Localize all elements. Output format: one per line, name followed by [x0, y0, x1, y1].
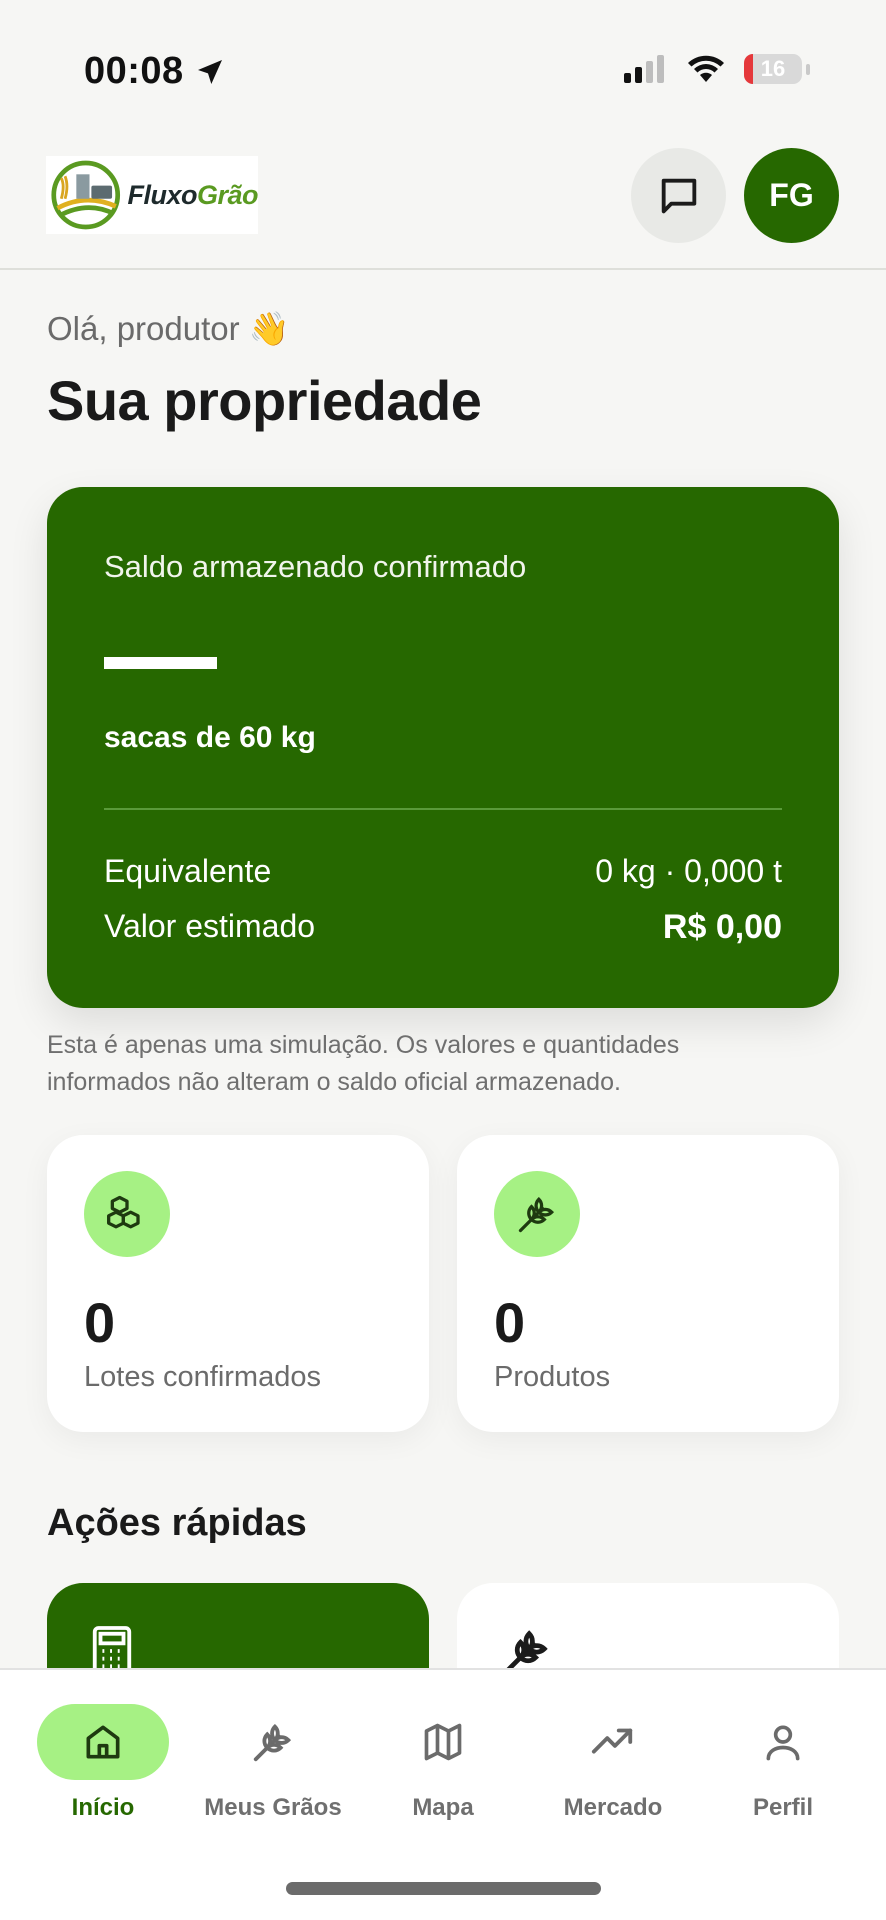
- wheat-icon: [253, 1723, 292, 1762]
- battery-cap: [806, 63, 810, 75]
- nav-item-inicio[interactable]: Início: [18, 1704, 188, 1822]
- wheat-icon: [494, 1171, 580, 1257]
- confirmed-lots-value: 0: [84, 1291, 116, 1354]
- nav-item-perfil[interactable]: Perfil: [698, 1704, 868, 1822]
- user-avatar-button[interactable]: FG: [744, 148, 839, 243]
- products-label: Produtos: [494, 1361, 611, 1393]
- status-time: 00:08: [84, 50, 226, 93]
- equivalent-label: Equivalente: [104, 853, 272, 889]
- balance-divider: [104, 808, 782, 810]
- confirmed-lots-card[interactable]: 0 Lotes confirmados: [47, 1135, 429, 1432]
- app-header: FluxoGrão FG: [0, 140, 886, 270]
- products-card[interactable]: 0 Produtos: [457, 1135, 839, 1432]
- logo-text: FluxoGrão: [127, 179, 258, 210]
- home-icon: [86, 1725, 120, 1759]
- stored-balance-card: Saldo armazenado confirmado sacas de 60 …: [47, 487, 839, 1008]
- location-arrow-icon: [197, 59, 222, 84]
- cellular-signal-icon: [624, 55, 664, 83]
- nav-pill-meus-graos: [207, 1704, 339, 1780]
- greeting-text: Olá, produtor 👋: [47, 310, 290, 347]
- status-bar: 00:08 16: [0, 0, 886, 140]
- simulation-disclaimer: Esta é apenas uma simulação. Os valores …: [47, 1031, 680, 1096]
- nav-item-mapa[interactable]: Mapa: [358, 1704, 528, 1822]
- estimated-value-label: Valor estimado: [104, 908, 316, 944]
- nav-pill-inicio: [37, 1704, 169, 1780]
- battery-indicator: 16: [744, 54, 802, 84]
- balance-label: Saldo armazenado confirmado: [104, 549, 527, 584]
- boxes-icon: [84, 1171, 170, 1257]
- balance-placeholder-dash: [104, 657, 217, 669]
- messages-button[interactable]: [631, 148, 726, 243]
- estimated-value-row: Valor estimado R$ 0,00: [104, 908, 782, 947]
- equivalent-row: Equivalente 0 kg · 0,000 t: [104, 853, 782, 890]
- nav-pill-perfil: [717, 1704, 849, 1780]
- battery-level: 16: [760, 56, 786, 81]
- map-icon: [424, 1723, 462, 1761]
- products-value: 0: [494, 1291, 526, 1354]
- nav-item-meus-graos[interactable]: Meus Grãos: [188, 1704, 358, 1822]
- trending-up-icon: [591, 1728, 633, 1754]
- nav-label-mapa: Mapa: [412, 1794, 474, 1821]
- nav-pill-mapa: [377, 1704, 509, 1780]
- equivalent-value: 0 kg · 0,000 t: [595, 853, 782, 889]
- nav-label-inicio: Início: [71, 1794, 135, 1821]
- quick-actions-title: Ações rápidas: [47, 1502, 307, 1544]
- app-logo[interactable]: FluxoGrão: [46, 156, 259, 234]
- user-icon: [766, 1725, 800, 1761]
- nav-item-mercado[interactable]: Mercado: [528, 1704, 698, 1822]
- wifi-icon: [688, 55, 724, 82]
- home-indicator[interactable]: [286, 1882, 601, 1895]
- logo-emblem-icon: [51, 160, 121, 230]
- status-time-text: 00:08: [84, 50, 184, 92]
- nav-label-mercado: Mercado: [563, 1794, 663, 1821]
- nav-pill-mercado: [547, 1704, 679, 1780]
- nav-label-meus-graos: Meus Grãos: [204, 1794, 342, 1821]
- page-title: Sua propriedade: [47, 369, 482, 432]
- confirmed-lots-label: Lotes confirmados: [84, 1361, 321, 1393]
- balance-unit: sacas de 60 kg: [104, 721, 316, 754]
- message-square-icon: [661, 178, 696, 213]
- status-icons: 16: [624, 54, 810, 84]
- estimated-value-amount: R$ 0,00: [662, 908, 782, 946]
- nav-label-perfil: Perfil: [752, 1794, 814, 1821]
